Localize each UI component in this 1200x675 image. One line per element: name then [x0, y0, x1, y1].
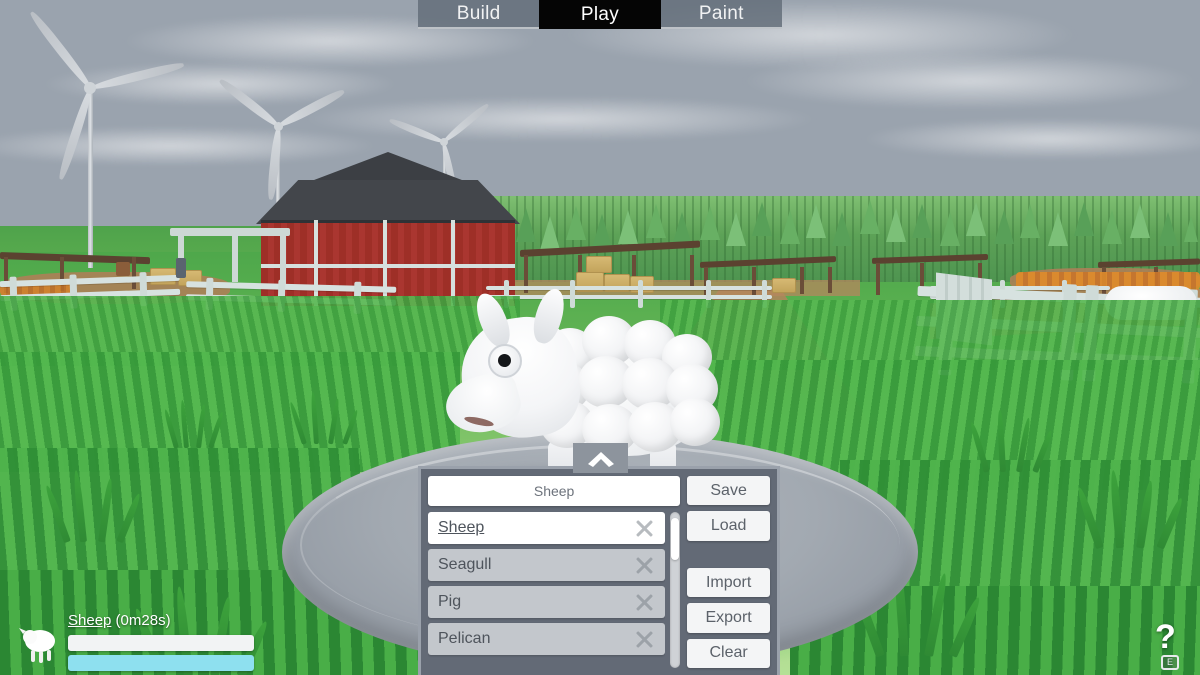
hay-bale: [772, 278, 796, 293]
list-scrollbar[interactable]: [670, 512, 681, 668]
list-item-label: Seagull: [438, 556, 492, 573]
cloud: [300, 96, 820, 142]
list-item-label: Pig: [438, 593, 462, 610]
list-item-label: Sheep: [438, 519, 485, 536]
question-mark-icon[interactable]: ?: [1155, 620, 1189, 656]
sheep-pupil: [498, 354, 511, 367]
export-button[interactable]: Export: [687, 603, 770, 633]
close-icon[interactable]: [633, 554, 655, 576]
creature-name-input[interactable]: Sheep: [428, 476, 681, 506]
creature-list-wrapper: Sheep Seagull Pig Pelican: [428, 512, 681, 668]
game-screen: Build Play Paint Sheep Sheep Seagull Pig…: [0, 0, 1200, 675]
barn-porch-post: [280, 234, 286, 284]
mode-tabs[interactable]: Build Play Paint: [418, 0, 782, 29]
close-icon[interactable]: [633, 517, 655, 539]
save-button[interactable]: Save: [687, 476, 770, 506]
list-item-label: Pelican: [438, 630, 491, 647]
tab-paint[interactable]: Paint: [660, 0, 782, 29]
cloud: [740, 52, 1200, 110]
panel-left-column: Sheep Sheep Seagull Pig Pelican: [428, 476, 681, 668]
barn-porch-post: [232, 234, 238, 282]
hud-title: Sheep (0m28s): [68, 612, 171, 629]
grass-clump: [43, 470, 143, 544]
chevron-up-icon: [585, 449, 617, 467]
close-icon[interactable]: [633, 628, 655, 650]
creature-hud: Sheep (0m28s): [0, 608, 270, 671]
creature-list[interactable]: Sheep Seagull Pig Pelican: [428, 512, 666, 668]
sheep-wool: [670, 398, 720, 446]
distant-prop: [176, 258, 186, 278]
creature-library-panel: Sheep Sheep Seagull Pig Pelican Save Loa…: [418, 466, 780, 675]
sheep-icon: [14, 626, 60, 666]
hay-bale: [586, 256, 612, 273]
grass-clump: [968, 409, 1054, 474]
list-item[interactable]: Sheep: [428, 512, 666, 544]
button-group-spacer: [687, 547, 770, 563]
clear-button[interactable]: Clear: [687, 638, 770, 669]
grass-clump: [288, 391, 360, 445]
load-button[interactable]: Load: [687, 511, 770, 541]
list-item[interactable]: Pig: [428, 586, 666, 618]
distant-prop: [116, 262, 130, 276]
tab-build[interactable]: Build: [418, 0, 540, 29]
grass-clump: [1075, 469, 1185, 550]
scrollbar-thumb[interactable]: [671, 518, 680, 560]
import-button[interactable]: Import: [687, 568, 770, 598]
hud-creature-name: Sheep: [68, 612, 112, 629]
list-item[interactable]: Pelican: [428, 623, 666, 655]
wind-turbine: [27, 9, 185, 268]
hud-timer: (0m28s): [115, 612, 171, 629]
hud-bar-secondary: [68, 655, 254, 671]
panel-right-column: Save Load Import Export Clear: [687, 476, 770, 669]
help-widget[interactable]: ? E: [1155, 620, 1189, 672]
panel-collapse-button[interactable]: [573, 443, 628, 473]
key-hint: E: [1161, 655, 1179, 670]
creature-name-value: Sheep: [533, 483, 575, 499]
grass-clump: [163, 399, 230, 449]
barn-porch: [170, 228, 290, 236]
tab-play[interactable]: Play: [539, 0, 661, 29]
list-item[interactable]: Seagull: [428, 549, 666, 581]
close-icon[interactable]: [633, 591, 655, 613]
hud-bar-primary: [68, 635, 254, 651]
